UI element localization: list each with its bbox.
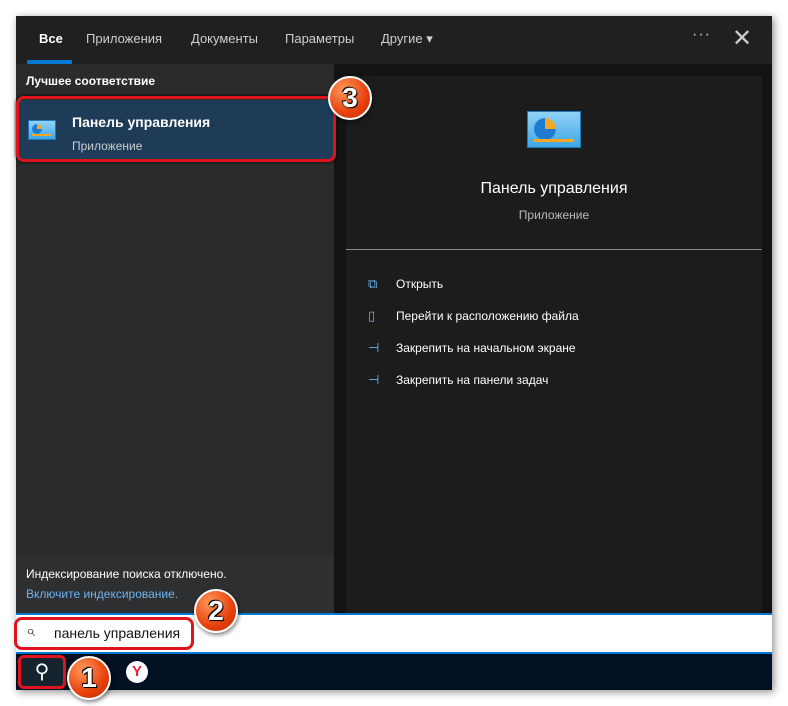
close-button[interactable]: ✕ (732, 24, 752, 53)
highlight-frame (14, 617, 194, 650)
tab-apps[interactable]: Приложения (86, 31, 162, 46)
search-window: Все Приложения Документы Параметры Други… (14, 16, 772, 690)
search-bar[interactable]: ⌕ панель управления (14, 613, 772, 654)
preview-pane: Панель управления Приложение ⧉ Открыть ▯ П… (346, 76, 762, 613)
action-label: Закрепить на панели задач (396, 373, 549, 387)
action-open[interactable]: ⧉ Открыть (368, 276, 443, 292)
open-icon: ⧉ (368, 276, 378, 291)
preview-subtitle: Приложение (518, 208, 590, 222)
control-panel-icon (527, 111, 581, 148)
indexing-notice: Индексирование поиска отключено. Включит… (16, 555, 334, 613)
action-pin-start[interactable]: ⊣ Закрепить на начальном экране (368, 340, 576, 356)
pin-icon: ⊣ (368, 340, 380, 355)
preview-title: Панель управления (480, 180, 628, 197)
action-label: Перейти к расположению файла (396, 309, 579, 323)
divider (346, 249, 762, 250)
highlight-frame (16, 96, 336, 162)
indexing-notice-text: Индексирование поиска отключено. (26, 567, 227, 581)
more-options-button[interactable]: ··· (692, 26, 711, 44)
action-open-file-location[interactable]: ▯ Перейти к расположению файла (368, 308, 579, 324)
taskbar: ⚲ Y (16, 654, 772, 690)
header: Все Приложения Документы Параметры Други… (16, 16, 772, 64)
tab-other[interactable]: Другие ▾ (381, 31, 433, 47)
step-badge-3: 3 (328, 76, 372, 120)
best-match-heading: Лучшее соответствие (26, 74, 156, 88)
step-badge-2: 2 (194, 589, 238, 633)
action-label: Открыть (396, 277, 444, 291)
yandex-browser-icon[interactable]: Y (126, 661, 148, 683)
action-label: Закрепить на начальном экране (396, 341, 576, 355)
tab-all[interactable]: Все (39, 31, 63, 46)
file-location-icon: ▯ (368, 308, 376, 323)
pin-icon: ⊣ (368, 372, 380, 387)
results-pane: Лучшее соответствие Панель управления Пр… (16, 64, 336, 613)
taskbar-search-button[interactable]: ⚲ (18, 655, 66, 689)
tab-documents[interactable]: Документы (191, 31, 258, 46)
step-badge-1: 1 (67, 656, 111, 700)
action-pin-taskbar[interactable]: ⊣ Закрепить на панели задач (368, 372, 548, 388)
enable-indexing-link[interactable]: Включите индексирование. (26, 587, 178, 601)
tab-settings[interactable]: Параметры (285, 31, 354, 46)
